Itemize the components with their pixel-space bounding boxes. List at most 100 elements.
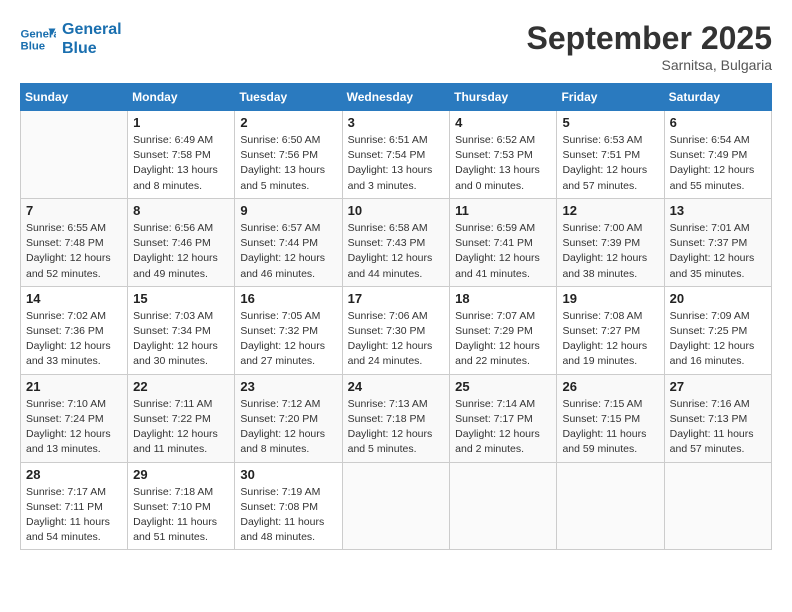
day-number: 18 (455, 291, 551, 306)
day-info: Sunrise: 7:17 AM Sunset: 7:11 PM Dayligh… (26, 485, 122, 546)
day-info: Sunrise: 7:18 AM Sunset: 7:10 PM Dayligh… (133, 485, 229, 546)
day-number: 29 (133, 467, 229, 482)
day-number: 11 (455, 203, 551, 218)
calendar-cell-w3d2: 23 Sunrise: 7:12 AM Sunset: 7:20 PM Dayli… (235, 374, 342, 462)
day-number: 26 (562, 379, 658, 394)
day-info: Sunrise: 6:58 AM Sunset: 7:43 PM Dayligh… (348, 221, 445, 282)
day-info: Sunrise: 7:08 AM Sunset: 7:27 PM Dayligh… (562, 309, 658, 370)
day-number: 13 (670, 203, 766, 218)
calendar-cell-w3d4: 25 Sunrise: 7:14 AM Sunset: 7:17 PM Dayli… (450, 374, 557, 462)
day-number: 30 (240, 467, 336, 482)
calendar-cell-w0d1: 1 Sunrise: 6:49 AM Sunset: 7:58 PM Daylig… (128, 111, 235, 199)
calendar-cell-w3d0: 21 Sunrise: 7:10 AM Sunset: 7:24 PM Dayli… (21, 374, 128, 462)
day-number: 17 (348, 291, 445, 306)
calendar-cell-w0d3: 3 Sunrise: 6:51 AM Sunset: 7:54 PM Daylig… (342, 111, 450, 199)
calendar-table: SundayMondayTuesdayWednesdayThursdayFrid… (20, 83, 772, 550)
logo-icon: General Blue (20, 25, 56, 53)
calendar-cell-w1d4: 11 Sunrise: 6:59 AM Sunset: 7:41 PM Dayli… (450, 198, 557, 286)
day-info: Sunrise: 7:07 AM Sunset: 7:29 PM Dayligh… (455, 309, 551, 370)
day-info: Sunrise: 6:49 AM Sunset: 7:58 PM Dayligh… (133, 133, 229, 194)
calendar-cell-w1d1: 8Sunrise: 6:56 AM Sunset: 7:46 PM Daylig… (128, 198, 235, 286)
day-number: 12 (562, 203, 658, 218)
calendar-cell-w2d6: 20 Sunrise: 7:09 AM Sunset: 7:25 PM Dayli… (664, 286, 771, 374)
day-number: 5 (562, 115, 658, 130)
day-info: Sunrise: 6:56 AM Sunset: 7:46 PM Dayligh… (133, 221, 229, 282)
calendar-cell-w4d1: 29 Sunrise: 7:18 AM Sunset: 7:10 PM Dayli… (128, 462, 235, 550)
day-info: Sunrise: 6:50 AM Sunset: 7:56 PM Dayligh… (240, 133, 336, 194)
day-number: 21 (26, 379, 122, 394)
day-number: 10 (348, 203, 445, 218)
calendar-cell-w1d3: 10 Sunrise: 6:58 AM Sunset: 7:43 PM Dayli… (342, 198, 450, 286)
calendar-cell-w4d4 (450, 462, 557, 550)
day-info: Sunrise: 6:54 AM Sunset: 7:49 PM Dayligh… (670, 133, 766, 194)
day-info: Sunrise: 6:55 AM Sunset: 7:48 PM Dayligh… (26, 221, 122, 282)
day-info: Sunrise: 6:57 AM Sunset: 7:44 PM Dayligh… (240, 221, 336, 282)
day-info: Sunrise: 7:11 AM Sunset: 7:22 PM Dayligh… (133, 397, 229, 458)
day-number: 20 (670, 291, 766, 306)
day-number: 2 (240, 115, 336, 130)
calendar-cell-w2d4: 18 Sunrise: 7:07 AM Sunset: 7:29 PM Dayli… (450, 286, 557, 374)
day-info: Sunrise: 7:01 AM Sunset: 7:37 PM Dayligh… (670, 221, 766, 282)
day-number: 9 (240, 203, 336, 218)
month-title: September 2025 (527, 20, 772, 57)
day-info: Sunrise: 6:52 AM Sunset: 7:53 PM Dayligh… (455, 133, 551, 194)
weekday-header-sunday: Sunday (21, 84, 128, 111)
svg-text:Blue: Blue (21, 41, 46, 53)
day-number: 3 (348, 115, 445, 130)
day-info: Sunrise: 7:12 AM Sunset: 7:20 PM Dayligh… (240, 397, 336, 458)
weekday-header-thursday: Thursday (450, 84, 557, 111)
day-number: 27 (670, 379, 766, 394)
day-info: Sunrise: 6:59 AM Sunset: 7:41 PM Dayligh… (455, 221, 551, 282)
day-number: 14 (26, 291, 122, 306)
day-number: 24 (348, 379, 445, 394)
logo-line1: General (62, 20, 122, 39)
calendar-cell-w3d3: 24Sunrise: 7:13 AM Sunset: 7:18 PM Dayli… (342, 374, 450, 462)
day-info: Sunrise: 7:15 AM Sunset: 7:15 PM Dayligh… (562, 397, 658, 458)
day-number: 6 (670, 115, 766, 130)
calendar-cell-w1d6: 13 Sunrise: 7:01 AM Sunset: 7:37 PM Dayli… (664, 198, 771, 286)
weekday-header-tuesday: Tuesday (235, 84, 342, 111)
logo: General Blue General Blue (20, 20, 122, 58)
day-info: Sunrise: 7:10 AM Sunset: 7:24 PM Dayligh… (26, 397, 122, 458)
calendar-cell-w4d2: 30 Sunrise: 7:19 AM Sunset: 7:08 PM Dayli… (235, 462, 342, 550)
day-number: 28 (26, 467, 122, 482)
calendar-cell-w2d3: 17 Sunrise: 7:06 AM Sunset: 7:30 PM Dayli… (342, 286, 450, 374)
calendar-cell-w3d5: 26 Sunrise: 7:15 AM Sunset: 7:15 PM Dayli… (557, 374, 664, 462)
day-number: 4 (455, 115, 551, 130)
day-info: Sunrise: 7:16 AM Sunset: 7:13 PM Dayligh… (670, 397, 766, 458)
logo-line2: Blue (62, 39, 122, 58)
day-info: Sunrise: 7:00 AM Sunset: 7:39 PM Dayligh… (562, 221, 658, 282)
page-header: General Blue General Blue September 2025… (20, 20, 772, 73)
calendar-cell-w0d5: 5 Sunrise: 6:53 AM Sunset: 7:51 PM Daylig… (557, 111, 664, 199)
day-info: Sunrise: 6:51 AM Sunset: 7:54 PM Dayligh… (348, 133, 445, 194)
day-number: 15 (133, 291, 229, 306)
calendar-cell-w2d5: 19 Sunrise: 7:08 AM Sunset: 7:27 PM Dayli… (557, 286, 664, 374)
day-info: Sunrise: 6:53 AM Sunset: 7:51 PM Dayligh… (562, 133, 658, 194)
day-info: Sunrise: 7:05 AM Sunset: 7:32 PM Dayligh… (240, 309, 336, 370)
day-info: Sunrise: 7:09 AM Sunset: 7:25 PM Dayligh… (670, 309, 766, 370)
day-number: 25 (455, 379, 551, 394)
calendar-cell-w2d0: 14Sunrise: 7:02 AM Sunset: 7:36 PM Dayli… (21, 286, 128, 374)
weekday-header-friday: Friday (557, 84, 664, 111)
calendar-cell-w1d2: 9 Sunrise: 6:57 AM Sunset: 7:44 PM Daylig… (235, 198, 342, 286)
weekday-header-saturday: Saturday (664, 84, 771, 111)
calendar-cell-w1d0: 7 Sunrise: 6:55 AM Sunset: 7:48 PM Daylig… (21, 198, 128, 286)
title-block: September 2025 Sarnitsa, Bulgaria (527, 20, 772, 73)
day-info: Sunrise: 7:19 AM Sunset: 7:08 PM Dayligh… (240, 485, 336, 546)
day-number: 23 (240, 379, 336, 394)
day-number: 1 (133, 115, 229, 130)
day-info: Sunrise: 7:14 AM Sunset: 7:17 PM Dayligh… (455, 397, 551, 458)
calendar-cell-w0d0 (21, 111, 128, 199)
weekday-header-monday: Monday (128, 84, 235, 111)
calendar-cell-w2d2: 16 Sunrise: 7:05 AM Sunset: 7:32 PM Dayli… (235, 286, 342, 374)
calendar-cell-w4d6 (664, 462, 771, 550)
day-number: 16 (240, 291, 336, 306)
calendar-cell-w4d3 (342, 462, 450, 550)
day-number: 7 (26, 203, 122, 218)
calendar-cell-w2d1: 15Sunrise: 7:03 AM Sunset: 7:34 PM Dayli… (128, 286, 235, 374)
calendar-cell-w4d5 (557, 462, 664, 550)
calendar-cell-w1d5: 12 Sunrise: 7:00 AM Sunset: 7:39 PM Dayli… (557, 198, 664, 286)
calendar-cell-w4d0: 28 Sunrise: 7:17 AM Sunset: 7:11 PM Dayli… (21, 462, 128, 550)
day-number: 19 (562, 291, 658, 306)
day-info: Sunrise: 7:06 AM Sunset: 7:30 PM Dayligh… (348, 309, 445, 370)
